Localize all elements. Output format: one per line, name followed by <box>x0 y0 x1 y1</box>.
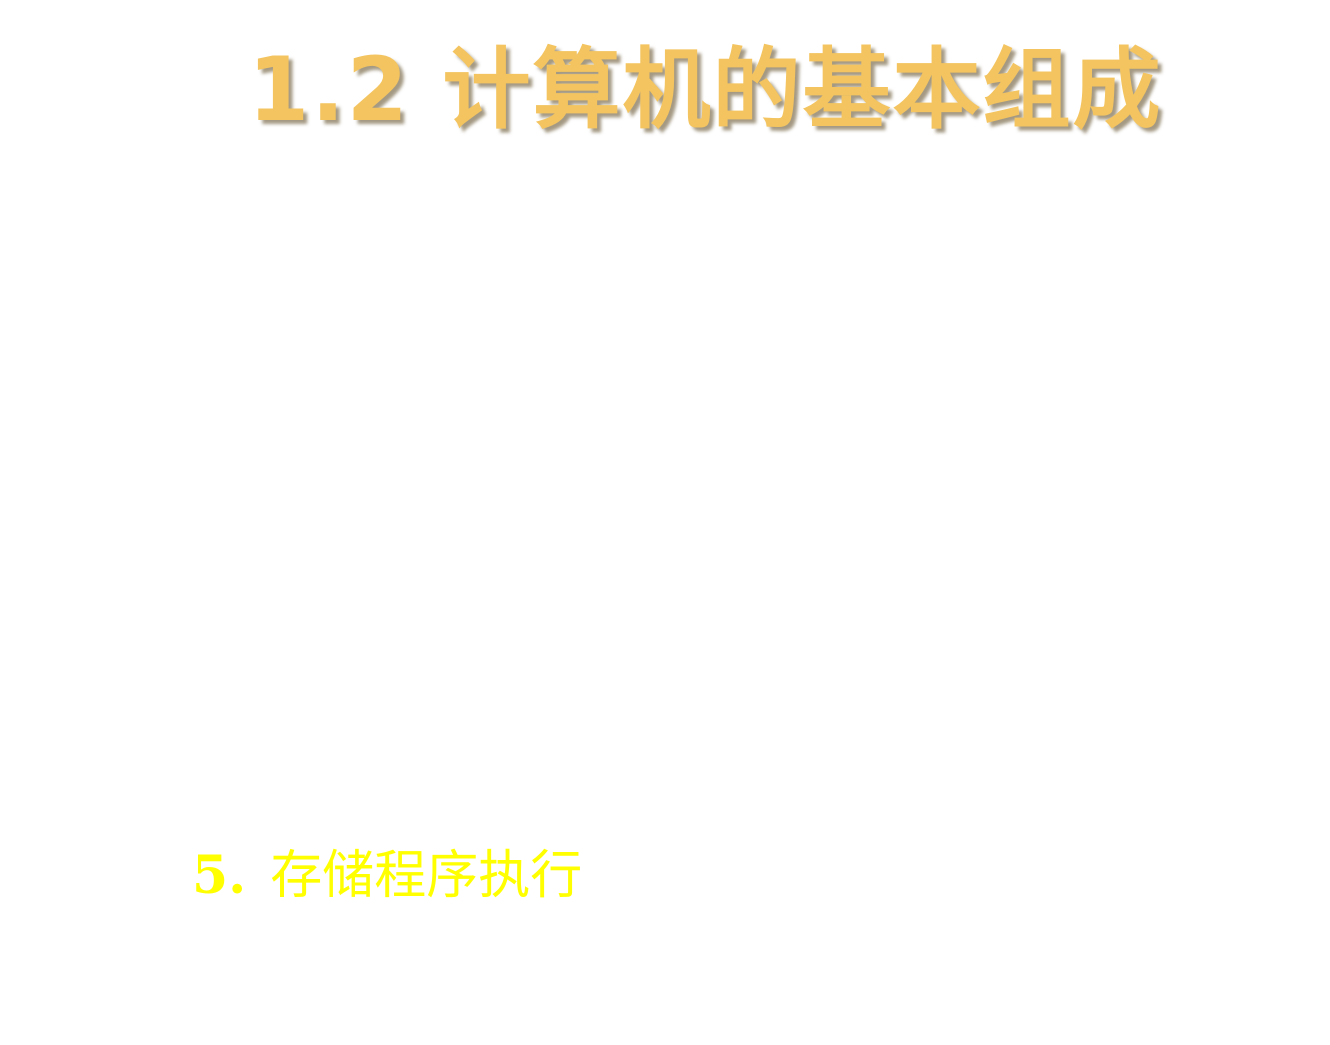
list-item: 5. 存储程序执行 <box>192 844 582 908</box>
list-item-number: 5. <box>192 845 247 906</box>
slide: 1.2 计算机的基本组成 5. 存储程序执行 <box>0 0 1330 1045</box>
slide-title: 1.2 计算机的基本组成 <box>248 38 1163 141</box>
list-item-text: 存储程序执行 <box>270 846 583 906</box>
